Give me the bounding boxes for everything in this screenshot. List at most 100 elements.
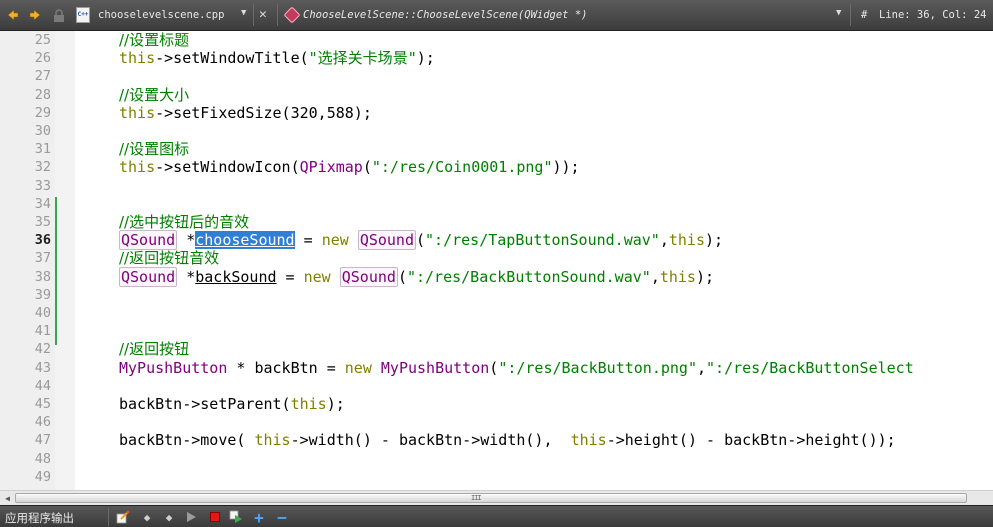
- close-document-icon[interactable]: ✕: [259, 7, 267, 22]
- string-literal: ":/res/Coin0001.png": [371, 158, 553, 177]
- clear-output-icon[interactable]: [116, 510, 130, 524]
- code-token: *: [177, 267, 196, 286]
- code-line[interactable]: 26 this->setWindowTitle("选择关卡场景");: [0, 49, 993, 67]
- line-number: 28: [34, 86, 51, 103]
- line-code[interactable]: //返回按钮音效: [119, 249, 219, 267]
- scroll-left-arrow-icon[interactable]: ◀: [2, 493, 13, 504]
- line-code[interactable]: //设置大小: [119, 86, 189, 104]
- toolbar-divider: [253, 4, 254, 26]
- line-number: 46: [34, 414, 51, 431]
- code-line[interactable]: 32 this->setWindowIcon(QPixmap(":/res/Coi…: [0, 158, 993, 176]
- decrease-font-minus-icon[interactable]: −: [275, 508, 289, 527]
- code-line[interactable]: 42 //返回按钮: [0, 340, 993, 358]
- code-token: =: [294, 231, 322, 250]
- cursor-position[interactable]: Line: 36, Col: 24: [879, 9, 986, 21]
- string-literal: ":/res/BackButton.png": [498, 358, 697, 377]
- code-line[interactable]: 46: [0, 413, 993, 431]
- code-line[interactable]: 33: [0, 177, 993, 195]
- forward-arrow-icon[interactable]: [28, 8, 42, 22]
- current-symbol[interactable]: ChooseLevelScene::ChooseLevelScene(QWidg…: [303, 9, 587, 21]
- line-code[interactable]: this->setWindowTitle("选择关卡场景");: [119, 49, 435, 67]
- line-code[interactable]: //设置标题: [119, 31, 189, 49]
- attach-debugger-icon[interactable]: [229, 510, 243, 524]
- code-token: );: [416, 49, 435, 68]
- code-comment: //返回按钮音效: [119, 249, 220, 268]
- code-comment: //设置标题: [119, 31, 190, 49]
- line-number: 49: [34, 468, 51, 485]
- line-code[interactable]: MyPushButton * backBtn = new MyPushButto…: [119, 359, 914, 377]
- code-comment: //选中按钮后的音效: [119, 213, 250, 231]
- code-line[interactable]: 39: [0, 286, 993, 304]
- code-editor[interactable]: 25 //设置标题 26 this->setWindowTitle("选择关卡场景")…: [0, 31, 993, 490]
- code-token: ,: [697, 358, 707, 377]
- line-number: 29: [34, 104, 51, 121]
- code-line[interactable]: 34: [0, 195, 993, 213]
- stop-icon[interactable]: [208, 510, 222, 524]
- previous-item-icon[interactable]: ◆: [140, 510, 154, 524]
- code-comment: //设置图标: [119, 140, 190, 159]
- keyword: new: [321, 231, 349, 250]
- code-line[interactable]: 48: [0, 450, 993, 468]
- scrollbar-thumb[interactable]: III: [15, 493, 967, 503]
- code-token: ));: [552, 158, 580, 177]
- line-number: 30: [34, 123, 51, 139]
- code-line[interactable]: 29 this->setFixedSize(320,588);: [0, 104, 993, 122]
- line-code[interactable]: this->setFixedSize(320,588);: [119, 104, 372, 122]
- line-code[interactable]: backBtn->move( this->width() - backBtn->…: [119, 431, 896, 449]
- code-token: * backBtn =: [227, 358, 345, 377]
- file-dropdown-chevron-down-icon[interactable]: ▼: [241, 8, 246, 18]
- code-line[interactable]: 47 backBtn->move( this->width() - backBtn…: [0, 431, 993, 449]
- code-line[interactable]: 30: [0, 122, 993, 140]
- type-name: QSound: [357, 230, 416, 251]
- code-line[interactable]: 31 //设置图标: [0, 140, 993, 158]
- line-code[interactable]: //返回按钮: [119, 340, 189, 358]
- code-line[interactable]: 41: [0, 322, 993, 340]
- code-line[interactable]: 38 QSound *backSound = new QSound (":/res/…: [0, 266, 993, 287]
- code-line[interactable]: 40: [0, 304, 993, 322]
- line-code[interactable]: QSound *backSound = new QSound (":/res/Ba…: [119, 266, 714, 287]
- line-number: 34: [34, 195, 51, 212]
- back-arrow-icon[interactable]: [6, 8, 20, 22]
- line-number: 25: [34, 32, 51, 48]
- symbol-dropdown-chevron-down-icon[interactable]: ▼: [836, 8, 841, 18]
- type-name: MyPushButton: [119, 358, 228, 377]
- output-pane-title[interactable]: 应用程序输出: [5, 510, 74, 526]
- line-code[interactable]: //设置图标: [119, 140, 189, 158]
- type-name: QSound: [339, 266, 398, 287]
- code-line[interactable]: 35 //选中按钮后的音效: [0, 213, 993, 231]
- horizontal-scrollbar[interactable]: ◀ III: [0, 490, 993, 505]
- code-line[interactable]: 36 QSound *chooseSound = new QSound (":/re…: [0, 230, 993, 251]
- hash-indicator: #: [861, 9, 868, 21]
- rerun-play-icon[interactable]: [184, 510, 198, 524]
- code-line[interactable]: 49: [0, 468, 993, 486]
- increase-font-plus-icon[interactable]: +: [252, 508, 266, 527]
- code-line[interactable]: 25 //设置标题: [0, 31, 993, 49]
- code-line[interactable]: 37 //返回按钮音效: [0, 249, 993, 267]
- code-line[interactable]: 28 //设置大小: [0, 86, 993, 104]
- keyword: this: [119, 103, 156, 122]
- line-code[interactable]: //选中按钮后的音效: [119, 213, 249, 231]
- toolbar-divider: [850, 4, 851, 26]
- code-line[interactable]: 27: [0, 67, 993, 85]
- type-name: QPixmap: [299, 158, 363, 177]
- line-number: 39: [34, 286, 51, 303]
- scrollbar-grip: III: [471, 494, 482, 502]
- string-literal: ":/res/BackButtonSound.wav": [406, 267, 651, 286]
- line-number: 31: [34, 141, 51, 158]
- line-number: 32: [34, 159, 51, 176]
- line-code[interactable]: this->setWindowIcon(QPixmap(":/res/Coin0…: [119, 158, 580, 176]
- line-code[interactable]: backBtn->setParent(this);: [119, 395, 345, 413]
- open-file-name[interactable]: chooselevelscene.cpp: [98, 9, 224, 21]
- code-line[interactable]: 44: [0, 377, 993, 395]
- type-name: QSound: [119, 266, 178, 287]
- code-line[interactable]: 45 backBtn->setParent(this);: [0, 395, 993, 413]
- code-line[interactable]: 43 MyPushButton * backBtn = new MyPushBut…: [0, 359, 993, 377]
- line-code[interactable]: QSound *chooseSound = new QSound (":/res/…: [119, 230, 723, 251]
- string-literal: ":/res/BackButtonSelect: [706, 358, 914, 377]
- type-name: QSound: [119, 230, 178, 251]
- next-item-icon[interactable]: ◆: [162, 510, 176, 524]
- code-token: ->setFixedSize(320,588);: [155, 103, 372, 122]
- line-number: 42: [34, 341, 51, 358]
